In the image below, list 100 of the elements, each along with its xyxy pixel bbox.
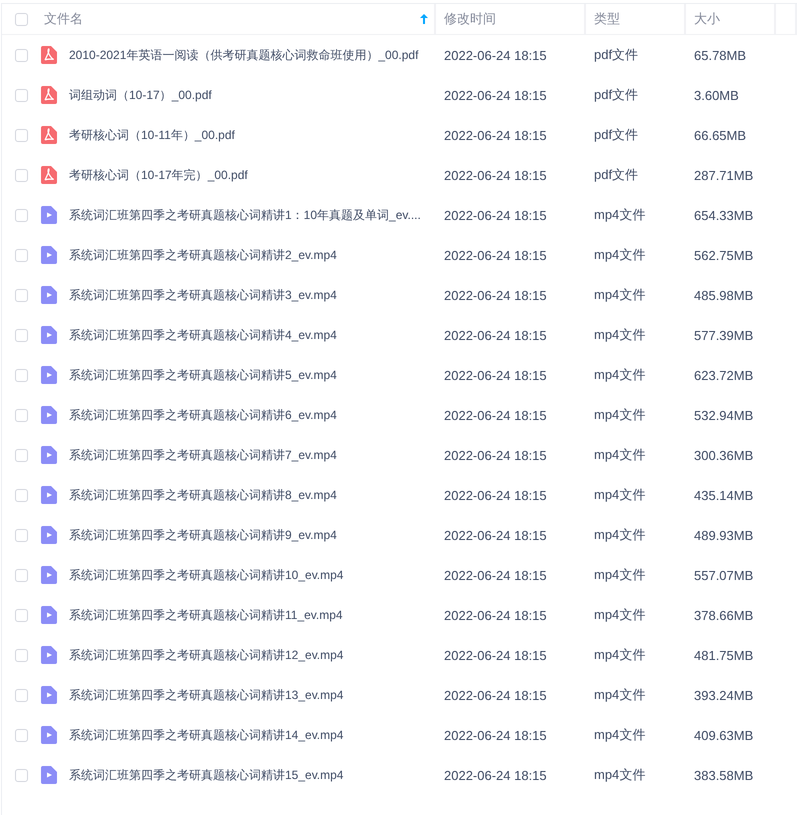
file-size: 481.75MB <box>694 648 754 662</box>
file-name[interactable]: 系统词汇班第四季之考研真题核心词精讲6_ev.mp4 <box>69 406 337 424</box>
file-size: 532.94MB <box>694 408 754 422</box>
file-size: 300.36MB <box>694 448 754 462</box>
row-checkbox[interactable] <box>15 88 28 102</box>
file-name[interactable]: 系统词汇班第四季之考研真题核心词精讲10_ev.mp4 <box>69 566 344 584</box>
video-file-icon <box>41 646 57 664</box>
file-size: 577.39MB <box>694 328 754 342</box>
file-size: 66.65MB <box>694 128 746 142</box>
modified-time: 2022-06-24 18:15 <box>444 488 547 502</box>
file-size: 562.75MB <box>694 248 754 262</box>
row-checkbox[interactable] <box>15 608 28 622</box>
file-name[interactable]: 系统词汇班第四季之考研真题核心词精讲11_ev.mp4 <box>69 606 343 624</box>
row-checkbox[interactable] <box>15 328 28 342</box>
video-file-icon <box>41 526 57 544</box>
file-name[interactable]: 2010-2021年英语一阅读（供考研真题核心词救命班使用）_00.pdf <box>69 46 418 64</box>
modified-time: 2022-06-24 18:15 <box>444 448 547 462</box>
row-checkbox[interactable] <box>15 248 28 262</box>
file-name[interactable]: 系统词汇班第四季之考研真题核心词精讲4_ev.mp4 <box>69 326 337 344</box>
file-name[interactable]: 考研核心词（10-17年完）_00.pdf <box>69 166 248 184</box>
modified-time: 2022-06-24 18:15 <box>444 48 547 62</box>
video-file-icon <box>41 366 57 384</box>
row-checkbox[interactable] <box>15 168 28 182</box>
file-name[interactable]: 系统词汇班第四季之考研真题核心词精讲13_ev.mp4 <box>69 686 344 704</box>
file-type: mp4文件 <box>594 327 646 342</box>
file-name[interactable]: 系统词汇班第四季之考研真题核心词精讲3_ev.mp4 <box>69 286 337 304</box>
video-file-icon <box>41 726 57 744</box>
row-checkbox[interactable] <box>15 768 28 782</box>
row-checkbox[interactable] <box>15 368 28 382</box>
pdf-file-icon <box>41 46 57 64</box>
file-size: 409.63MB <box>694 728 754 742</box>
row-checkbox[interactable] <box>15 448 28 462</box>
file-name[interactable]: 系统词汇班第四季之考研真题核心词精讲9_ev.mp4 <box>69 526 337 544</box>
video-file-icon <box>41 606 57 624</box>
file-name[interactable]: 系统词汇班第四季之考研真题核心词精讲5_ev.mp4 <box>69 366 337 384</box>
row-checkbox[interactable] <box>15 48 28 62</box>
file-size: 393.24MB <box>694 688 754 702</box>
modified-time: 2022-06-24 18:15 <box>444 288 547 302</box>
file-type: mp4文件 <box>594 527 646 542</box>
video-file-icon <box>41 446 57 464</box>
file-type: pdf文件 <box>594 167 638 182</box>
file-name[interactable]: 词组动词（10-17）_00.pdf <box>69 86 212 104</box>
file-size: 485.98MB <box>694 288 754 302</box>
file-name[interactable]: 系统词汇班第四季之考研真题核心词精讲12_ev.mp4 <box>69 646 344 664</box>
file-name[interactable]: 系统词汇班第四季之考研真题核心词精讲7_ev.mp4 <box>69 446 337 464</box>
file-name[interactable]: 考研核心词（10-11年）_00.pdf <box>69 126 235 144</box>
modified-time: 2022-06-24 18:15 <box>444 688 547 702</box>
row-checkbox[interactable] <box>15 728 28 742</box>
modified-time: 2022-06-24 18:15 <box>444 408 547 422</box>
modified-time: 2022-06-24 18:15 <box>444 248 547 262</box>
file-name[interactable]: 系统词汇班第四季之考研真题核心词精讲14_ev.mp4 <box>69 726 344 744</box>
modified-time: 2022-06-24 18:15 <box>444 728 547 742</box>
file-type: mp4文件 <box>594 607 646 622</box>
file-type: mp4文件 <box>594 687 646 702</box>
pdf-file-icon <box>41 86 57 104</box>
modified-time: 2022-06-24 18:15 <box>444 128 547 142</box>
row-checkbox[interactable] <box>15 208 28 222</box>
row-checkbox[interactable] <box>15 688 28 702</box>
file-name[interactable]: 系统词汇班第四季之考研真题核心词精讲1：10年真题及单词_ev.... <box>69 206 421 224</box>
pdf-file-icon <box>41 166 57 184</box>
file-size: 65.78MB <box>694 48 746 62</box>
file-name[interactable]: 系统词汇班第四季之考研真题核心词精讲8_ev.mp4 <box>69 486 337 504</box>
file-type: mp4文件 <box>594 287 646 302</box>
file-size: 3.60MB <box>694 88 739 102</box>
video-file-icon <box>41 326 57 344</box>
row-checkbox[interactable] <box>15 568 28 582</box>
row-checkbox[interactable] <box>15 528 28 542</box>
file-size: 489.93MB <box>694 528 754 542</box>
row-checkbox[interactable] <box>15 408 28 422</box>
modified-time: 2022-06-24 18:15 <box>444 368 547 382</box>
file-size: 654.33MB <box>694 208 754 222</box>
file-size: 557.07MB <box>694 568 754 582</box>
file-type: mp4文件 <box>594 767 646 782</box>
file-type: mp4文件 <box>594 727 646 742</box>
file-type: mp4文件 <box>594 407 646 422</box>
select-all-checkbox[interactable] <box>15 12 28 26</box>
video-file-icon <box>41 246 57 264</box>
file-type: pdf文件 <box>594 87 638 102</box>
modified-time: 2022-06-24 18:15 <box>444 608 547 622</box>
row-checkbox[interactable] <box>15 128 28 142</box>
row-checkbox[interactable] <box>15 648 28 662</box>
row-checkbox[interactable] <box>15 288 28 302</box>
file-type: mp4文件 <box>594 647 646 662</box>
modified-time: 2022-06-24 18:15 <box>444 328 547 342</box>
file-size: 435.14MB <box>694 488 754 502</box>
video-file-icon <box>41 286 57 304</box>
file-size: 383.58MB <box>694 768 754 782</box>
file-type: pdf文件 <box>594 47 638 62</box>
file-name[interactable]: 系统词汇班第四季之考研真题核心词精讲2_ev.mp4 <box>69 246 337 264</box>
arrow-up-icon[interactable] <box>420 14 428 24</box>
file-type: mp4文件 <box>594 207 646 222</box>
modified-time: 2022-06-24 18:15 <box>444 208 547 222</box>
file-size: 287.71MB <box>694 168 754 182</box>
pdf-file-icon <box>41 126 57 144</box>
row-checkbox[interactable] <box>15 488 28 502</box>
modified-time: 2022-06-24 18:15 <box>444 648 547 662</box>
file-size: 378.66MB <box>694 608 754 622</box>
file-name[interactable]: 系统词汇班第四季之考研真题核心词精讲15_ev.mp4 <box>69 766 344 784</box>
video-file-icon <box>41 686 57 704</box>
video-file-icon <box>41 206 57 224</box>
